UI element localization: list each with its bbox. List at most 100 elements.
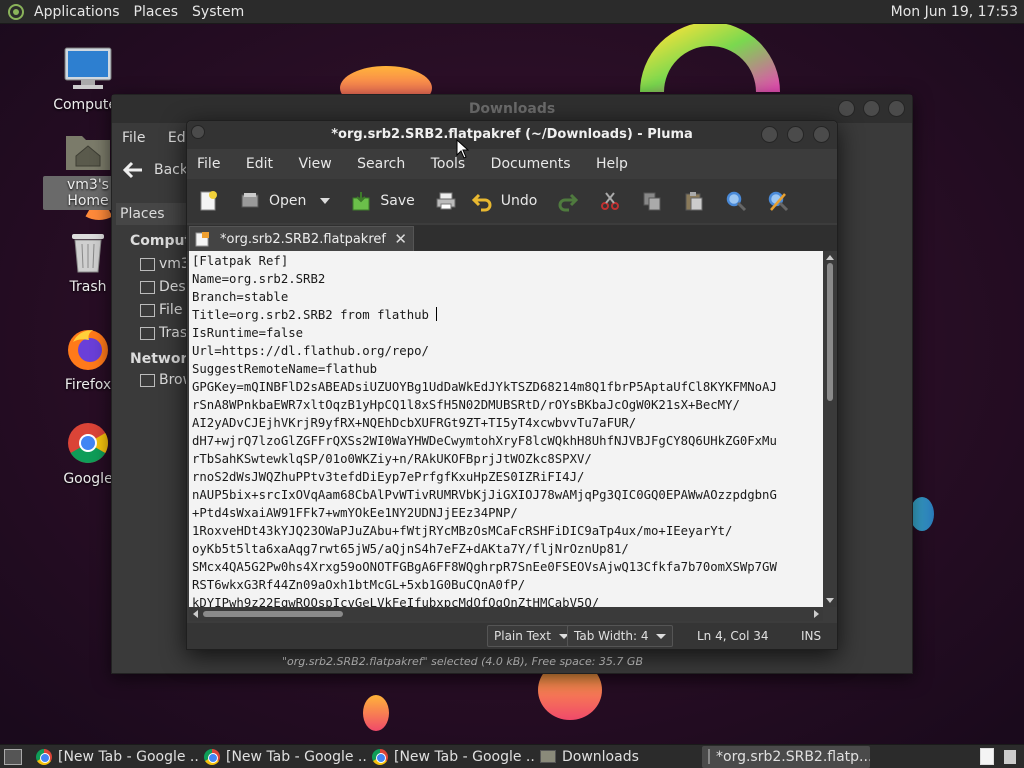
chrome-icon [204, 748, 220, 765]
sidebar-item-desktop[interactable]: Desktop [112, 276, 188, 299]
language-selector[interactable]: Plain Text [487, 625, 576, 647]
tab-width-selector[interactable]: Tab Width: 4 [567, 625, 674, 647]
chevron-down-icon [656, 633, 667, 639]
sidebar-item-browse-network[interactable]: Browse Network [112, 369, 188, 392]
replace-button[interactable] [767, 190, 789, 212]
open-dropdown-icon[interactable] [320, 198, 331, 204]
home-folder-icon [66, 136, 110, 170]
text-editor-window[interactable]: *org.srb2.SRB2.flatpakref (~/Downloads) … [186, 120, 838, 650]
editor-line: dH7+wjrQ7lzoGlZGFFrQXSs2WI0WaYHWDeCwymto… [192, 434, 777, 448]
mate-logo-icon[interactable] [8, 3, 24, 20]
sidebar-heading-network: Network [130, 351, 197, 367]
applications-menu[interactable]: Applications [30, 4, 130, 20]
print-icon [436, 192, 456, 210]
show-desktop-icon[interactable] [4, 748, 22, 765]
menu-view[interactable]: View [298, 156, 331, 172]
save-button[interactable]: Save [350, 190, 415, 212]
close-button[interactable] [888, 100, 905, 117]
minimize-button[interactable] [838, 100, 855, 117]
editor-line: IsRuntime=false [192, 326, 304, 340]
vertical-scrollbar[interactable] [823, 251, 837, 607]
tab-close-icon[interactable]: ✕ [394, 230, 407, 248]
drive-icon [140, 304, 155, 317]
file-manager-titlebar[interactable]: Downloads [112, 95, 912, 123]
firefox-icon [68, 330, 108, 370]
open-folder-icon [241, 193, 259, 208]
close-button[interactable] [813, 126, 830, 143]
editor-line: Url=https://dl.flathub.org/repo/ [192, 344, 429, 358]
text-editor-area[interactable]: [Flatpak Ref] Name=org.srb2.SRB2 Branch=st… [189, 251, 823, 607]
editor-line: SuggestRemoteName=flathub [192, 362, 378, 376]
undo-button[interactable]: Undo [471, 190, 537, 212]
editor-statusbar: Plain Text Tab Width: 4 Ln 4, Col 34 INS [187, 623, 837, 649]
menu-edit[interactable]: Edit [246, 156, 273, 172]
taskbar-item-chrome-3[interactable]: [New Tab - Google ... [366, 746, 534, 768]
scroll-up-icon[interactable] [826, 251, 834, 260]
search-icon [727, 191, 747, 212]
paste-icon [685, 192, 703, 211]
computer-icon [64, 47, 112, 89]
paste-button[interactable] [683, 190, 705, 212]
taskbar-item-chrome-2[interactable]: [New Tab - Google ... [198, 746, 366, 768]
minimize-button[interactable] [761, 126, 778, 143]
menu-search[interactable]: Search [357, 156, 405, 172]
top-panel: Applications Places System Mon Jun 19, 1… [0, 0, 1024, 24]
taskbar-item-pluma[interactable]: *org.srb2.SRB2.flatp... [702, 745, 870, 768]
text-editor-icon [708, 749, 710, 764]
trash-applet-icon[interactable] [1004, 749, 1016, 764]
window-menu-button[interactable] [191, 125, 205, 139]
scroll-left-icon[interactable] [189, 610, 198, 618]
places-menu[interactable]: Places [130, 4, 189, 20]
find-button[interactable] [725, 190, 747, 212]
menu-file[interactable]: File [122, 130, 145, 146]
clock[interactable]: Mon Jun 19, 17:53 [891, 4, 1024, 20]
copy-button[interactable] [641, 190, 663, 212]
workspace-switcher-icon[interactable] [980, 748, 994, 765]
sidebar-item-home[interactable]: vm3 [112, 253, 188, 276]
document-tab[interactable]: *org.srb2.SRB2.flatpakref ✕ [189, 226, 414, 251]
home-icon [140, 258, 155, 271]
back-button[interactable]: Back [122, 161, 188, 179]
taskbar-item-downloads[interactable]: Downloads [534, 746, 702, 768]
editor-line: RST6wkxG3Rf44Zn09aOxh1btMcGL+5xb1G0BuCQn… [192, 578, 526, 592]
mouse-pointer-icon [456, 139, 470, 159]
sidebar-item-trash[interactable]: Trash [112, 322, 188, 345]
document-tab-label: *org.srb2.SRB2.flatpakref [220, 231, 386, 247]
maximize-button[interactable] [787, 126, 804, 143]
editor-line: rnoS2dWsJWQZhuPPtv3tefdDiEyp7ePrfgfKxuHp… [192, 470, 585, 484]
desktop-icon [140, 281, 155, 294]
maximize-button[interactable] [863, 100, 880, 117]
scroll-right-icon[interactable] [814, 610, 823, 618]
editor-titlebar[interactable]: *org.srb2.SRB2.flatpakref (~/Downloads) … [187, 121, 837, 149]
trash-icon [140, 327, 155, 340]
redo-button[interactable] [557, 190, 579, 212]
chrome-icon [36, 748, 52, 765]
file-manager-statusbar: "org.srb2.SRB2.flatpakref" selected (4.0… [282, 655, 643, 668]
editor-line: SMcx4QA5G2Pw0hs4Xrxg59oONOTFGBgA6FF8WQgh… [192, 560, 777, 574]
horizontal-scrollbar[interactable] [189, 607, 823, 621]
menu-file[interactable]: File [197, 156, 220, 172]
text-cursor [436, 307, 438, 321]
scroll-down-icon[interactable] [826, 598, 834, 607]
menu-help[interactable]: Help [596, 156, 628, 172]
menu-documents[interactable]: Documents [491, 156, 571, 172]
trash-icon [72, 234, 104, 273]
bottom-taskbar: [New Tab - Google ... [New Tab - Google … [0, 744, 1024, 768]
file-manager-sidebar: Computer vm3 Desktop File System Trash N… [112, 229, 208, 392]
desktop-icon-label: Google [63, 471, 113, 487]
sidebar-places-selector[interactable]: Places [116, 203, 190, 225]
editor-line: Branch=stable [192, 290, 289, 304]
vertical-scroll-thumb[interactable] [827, 263, 833, 401]
horizontal-scroll-thumb[interactable] [203, 611, 343, 617]
back-label: Back [154, 162, 188, 178]
chrome-icon [372, 748, 388, 765]
network-icon [140, 374, 155, 387]
print-button[interactable] [435, 190, 457, 212]
taskbar-item-chrome-1[interactable]: [New Tab - Google ... [30, 746, 198, 768]
sidebar-item-filesystem[interactable]: File System [112, 299, 188, 322]
new-button[interactable] [197, 190, 219, 212]
folder-icon [540, 750, 556, 763]
system-menu[interactable]: System [188, 4, 254, 20]
open-button[interactable]: Open [239, 190, 331, 212]
cut-button[interactable] [599, 190, 621, 212]
